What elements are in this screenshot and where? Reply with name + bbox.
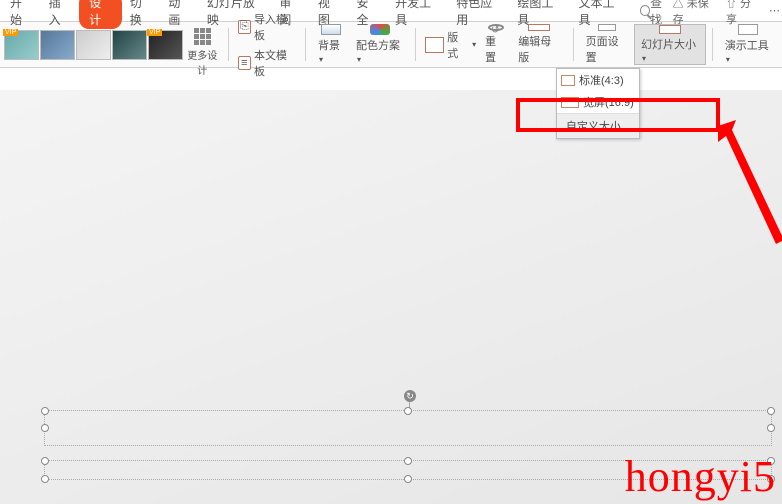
template-thumb[interactable]	[148, 30, 183, 60]
layout-icon	[425, 37, 444, 53]
resize-handle[interactable]	[404, 457, 412, 465]
resize-handle[interactable]	[41, 457, 49, 465]
template-thumb[interactable]	[40, 30, 75, 60]
cloud-icon: △	[673, 0, 684, 10]
ratio-43-icon	[561, 75, 575, 86]
separator	[228, 28, 229, 61]
this-template-button[interactable]: ≡ 本文模板	[235, 46, 300, 80]
chevron-down-icon: ▾	[642, 54, 646, 63]
page-setup-icon	[598, 24, 616, 31]
watermark-text: hongyi5	[625, 451, 776, 502]
palette-icon	[370, 24, 390, 35]
share-icon: ⇧	[726, 0, 737, 10]
annotation-arrow	[718, 120, 782, 250]
text-placeholder[interactable]	[44, 410, 772, 446]
layout-button[interactable]: 版式▾	[422, 28, 479, 62]
resize-handle[interactable]	[404, 407, 412, 415]
template-gallery	[4, 24, 183, 65]
separator	[712, 28, 713, 61]
template-thumb[interactable]	[4, 30, 39, 60]
resize-handle[interactable]	[767, 407, 775, 415]
slide-size-button[interactable]: 幻灯片大小▾	[634, 24, 706, 65]
reset-icon	[488, 24, 504, 31]
template-thumb[interactable]	[112, 30, 147, 60]
unsaved-status[interactable]: △ 未保存	[673, 0, 716, 27]
share-button[interactable]: ⇧ 分享	[726, 0, 759, 27]
more-icon[interactable]: ⋯	[769, 4, 780, 17]
resize-handle[interactable]	[41, 475, 49, 483]
slide-canvas[interactable]	[0, 90, 782, 504]
chevron-down-icon: ▾	[472, 40, 476, 49]
import-template-button[interactable]: ⎘ 导入模板	[235, 10, 300, 44]
reset-button[interactable]: 重置	[479, 24, 512, 65]
background-icon	[321, 24, 341, 35]
page-setup-button[interactable]: 页面设置	[580, 24, 634, 65]
chevron-down-icon: ▾	[357, 55, 361, 64]
rotate-handle[interactable]	[404, 390, 416, 402]
annotation-highlight	[516, 98, 720, 132]
slide-size-icon	[659, 25, 681, 34]
separator	[305, 28, 306, 61]
present-icon	[738, 24, 758, 35]
resize-handle[interactable]	[767, 424, 775, 432]
resize-handle[interactable]	[41, 407, 49, 415]
edit-master-button[interactable]: 编辑母版	[512, 24, 566, 65]
color-scheme-button[interactable]: 配色方案▾	[350, 24, 409, 65]
master-icon	[528, 24, 550, 31]
resize-handle[interactable]	[41, 424, 49, 432]
background-button[interactable]: 背景▾	[312, 24, 350, 65]
size-standard-option[interactable]: 标准(4:3)	[557, 69, 639, 91]
template-thumb[interactable]	[76, 30, 111, 60]
import-icon: ⎘	[238, 20, 251, 34]
separator	[415, 28, 416, 61]
chevron-down-icon: ▾	[319, 55, 323, 64]
template-icon: ≡	[238, 56, 251, 70]
grid-icon	[194, 28, 211, 45]
chevron-down-icon: ▾	[726, 55, 730, 64]
present-tools-button[interactable]: 演示工具▾	[719, 24, 778, 65]
search-icon	[640, 5, 650, 16]
separator	[573, 28, 574, 61]
resize-handle[interactable]	[404, 475, 412, 483]
more-design-button[interactable]: 更多设计	[183, 24, 222, 65]
